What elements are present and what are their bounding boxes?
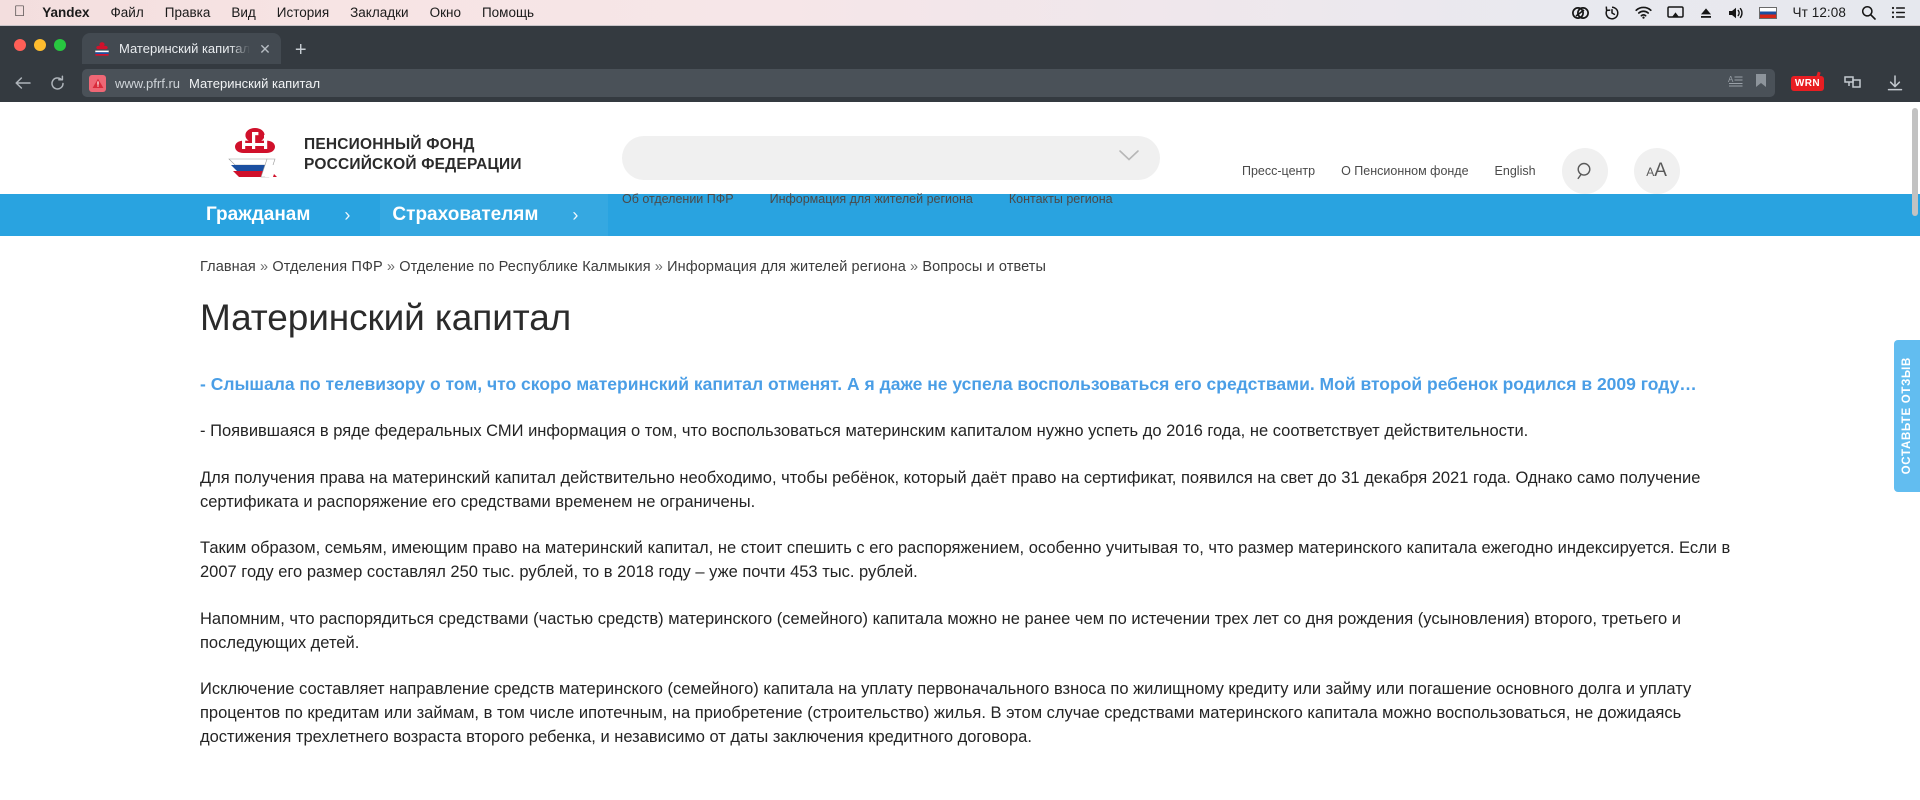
search-icon[interactable] — [1561, 148, 1608, 194]
browser-chrome: Материнский капитал ✕ + www.pfrf.ru Мате… — [0, 26, 1920, 102]
breadcrumb-item-3[interactable]: Информация для жителей региона — [667, 259, 906, 275]
address-bar-actions: A — [1728, 73, 1769, 93]
menu-item-help[interactable]: Помощь — [482, 5, 534, 20]
page-title: Материнский капитал — [200, 297, 572, 338]
tab-close-icon[interactable]: ✕ — [259, 42, 271, 56]
eject-icon[interactable] — [1699, 4, 1713, 22]
breadcrumb-separator: » — [910, 259, 919, 275]
chevron-down-icon[interactable] — [1118, 149, 1140, 167]
apple-icon[interactable]:  — [14, 4, 25, 19]
chevron-right-icon: › — [572, 204, 579, 225]
back-arrow-icon[interactable] — [8, 68, 38, 98]
breadcrumb-item-2[interactable]: Отделение по Республике Калмыкия — [399, 259, 650, 275]
page-content: Главная » Отделения ПФР » Отделение по Р… — [0, 259, 1740, 750]
font-size-button[interactable]: AA — [1633, 148, 1680, 194]
site-search-box[interactable] — [622, 136, 1160, 180]
url-page-title: Материнский капитал — [189, 75, 321, 91]
article-paragraph: Таким образом, семьям, имеющим право на … — [200, 539, 1731, 582]
minimize-button[interactable] — [34, 39, 46, 51]
font-size-large: A — [1654, 160, 1667, 181]
header-sub-nav: Об отделении ПФР Информация для жителей … — [622, 192, 1113, 206]
downloads-icon[interactable] — [1880, 68, 1910, 98]
font-size-small: A — [1646, 165, 1655, 179]
close-button[interactable] — [14, 39, 26, 51]
address-bar[interactable]: www.pfrf.ru Материнский капитал A — [82, 69, 1775, 97]
nav-item-citizens[interactable]: Гражданам › — [194, 194, 380, 236]
site-logo-text: ПЕНСИОННЫЙ ФОНД РОССИЙСКОЙ ФЕДЕРАЦИИ — [304, 135, 522, 176]
site-logo-line1: ПЕНСИОННЫЙ ФОНД — [304, 135, 475, 153]
new-tab-button[interactable]: + — [295, 40, 307, 60]
menu-item-edit[interactable]: Правка — [165, 5, 211, 20]
nav-item-citizens-label: Гражданам — [206, 204, 311, 225]
volume-icon[interactable] — [1728, 4, 1744, 22]
wrn-extension-badge[interactable]: WRN — [1790, 75, 1824, 91]
link-about-fund[interactable]: О Пенсионном фонде — [1341, 164, 1468, 178]
search-input[interactable] — [642, 150, 1118, 166]
reader-mode-icon[interactable]: A — [1728, 74, 1744, 93]
breadcrumb-item-1[interactable]: Отделения ПФР — [272, 259, 382, 275]
airplay-icon[interactable] — [1667, 4, 1685, 22]
tab-title: Материнский капитал — [119, 41, 251, 56]
menu-item-window[interactable]: Окно — [430, 5, 461, 20]
url-host: www.pfrf.ru — [115, 75, 181, 91]
breadcrumb-item-4[interactable]: Вопросы и ответы — [922, 259, 1046, 275]
breadcrumb: Главная » Отделения ПФР » Отделение по Р… — [200, 259, 1740, 275]
subnav-about-branch[interactable]: Об отделении ПФР — [622, 192, 734, 206]
subnav-region-info[interactable]: Информация для жителей региона — [770, 192, 973, 206]
breadcrumb-separator: » — [654, 259, 663, 275]
window-controls — [14, 26, 82, 64]
spotlight-search-icon[interactable] — [1861, 4, 1876, 22]
menu-item-bookmarks[interactable]: Закладки — [350, 5, 408, 20]
nav-item-insurers[interactable]: Страхователям › — [380, 194, 609, 236]
page-scrollbar[interactable] — [1910, 102, 1920, 800]
bookmark-icon[interactable] — [1755, 73, 1767, 93]
article-paragraph: Исключение составляет направление средст… — [200, 680, 1692, 746]
reload-icon[interactable] — [42, 68, 72, 98]
collections-icon[interactable] — [1837, 68, 1867, 98]
breadcrumb-separator: » — [386, 259, 396, 275]
chevron-right-icon: › — [344, 204, 351, 225]
browser-tab[interactable]: Материнский капитал ✕ — [82, 33, 281, 64]
nav-item-insurers-label: Страхователям — [392, 204, 539, 225]
site-header: ПЕНСИОННЫЙ ФОНД РОССИЙСКОЙ ФЕДЕРАЦИИ Пре… — [0, 102, 1920, 206]
menubar-clock[interactable]: Чт 12:08 — [1792, 5, 1846, 20]
site-logo-line2: РОССИЙСКОЙ ФЕДЕРАЦИИ — [304, 156, 522, 173]
link-press-center[interactable]: Пресс-центр — [1242, 164, 1315, 178]
pfr-emblem-icon — [222, 126, 288, 184]
question-heading: - Слышала по телевизору о том, что скоро… — [200, 374, 1697, 394]
menu-item-history[interactable]: История — [277, 5, 329, 20]
time-machine-icon[interactable] — [1604, 4, 1620, 22]
zoom-button[interactable] — [54, 39, 66, 51]
svg-text:A: A — [1728, 75, 1734, 84]
os-menu-bar:  Yandex Файл Правка Вид История Закладк… — [0, 0, 1920, 26]
scrollbar-thumb[interactable] — [1912, 108, 1918, 216]
omnibox-bar: www.pfrf.ru Материнский капитал A WRN — [0, 64, 1920, 102]
wifi-icon[interactable] — [1635, 4, 1653, 22]
breadcrumb-item-0[interactable]: Главная — [200, 259, 256, 275]
article-paragraph: - Появившаяся в ряде федеральных СМИ инф… — [200, 422, 1529, 441]
article-paragraph: Напомним, что распорядиться средствами (… — [200, 609, 1681, 652]
control-center-icon[interactable] — [1891, 4, 1906, 22]
subnav-region-contacts[interactable]: Контакты региона — [1009, 192, 1113, 206]
page-viewport: ПЕНСИОННЫЙ ФОНД РОССИЙСКОЙ ФЕДЕРАЦИИ Пре… — [0, 102, 1920, 800]
menu-item-file[interactable]: Файл — [111, 5, 144, 20]
pfr-favicon — [94, 41, 110, 57]
header-top-links: Пресс-центр О Пенсионном фонде English A… — [1242, 148, 1680, 194]
link-english[interactable]: English — [1495, 164, 1536, 178]
breadcrumb-separator: » — [260, 259, 269, 275]
menu-item-yandex[interactable]: Yandex — [42, 5, 89, 20]
article-paragraph: Для получения права на материнский капит… — [200, 468, 1701, 511]
creative-cloud-icon[interactable] — [1572, 4, 1590, 22]
menu-item-view[interactable]: Вид — [231, 5, 255, 20]
site-logo[interactable]: ПЕНСИОННЫЙ ФОНД РОССИЙСКОЙ ФЕДЕРАЦИИ — [0, 126, 522, 184]
os-status-area: Чт 12:08 — [1572, 4, 1910, 22]
flag-ru-icon[interactable] — [1759, 6, 1778, 19]
browser-extensions: WRN — [1785, 68, 1910, 98]
warning-triangle-icon[interactable] — [89, 74, 106, 92]
tab-strip: Материнский капитал ✕ + — [0, 26, 1920, 64]
